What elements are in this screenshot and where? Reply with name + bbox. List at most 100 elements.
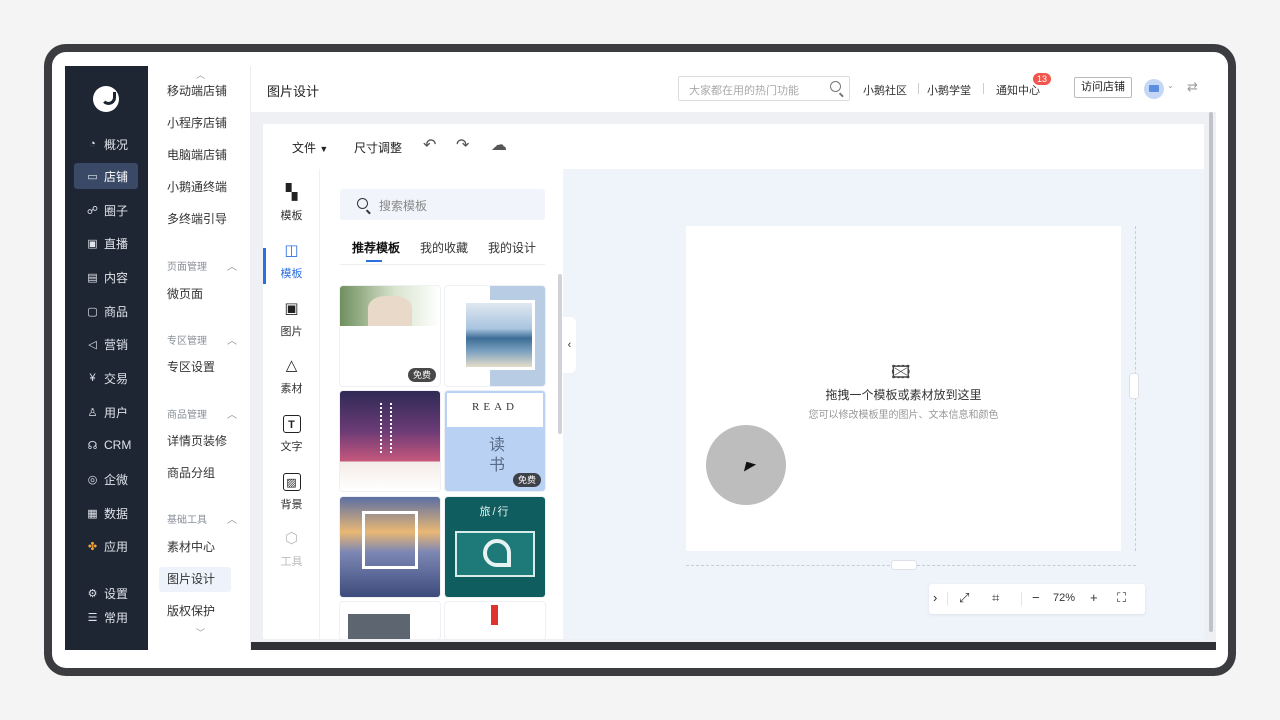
grid-icon[interactable]: ⌗ <box>992 590 999 606</box>
divider <box>947 592 948 606</box>
device-screen: ◔ 概况 ▭ 店铺 ☍ 圈子 ▣ 直播 ▤ 内容 ▢ 商品 ◁ 营销 ¥ 交易 ♙ 用户 ☊ CRM… <box>52 52 1228 668</box>
dashboard-icon: ▦ <box>87 507 98 520</box>
search-icon[interactable] <box>830 81 841 92</box>
submenu-item[interactable]: 商品分组 <box>159 461 231 486</box>
submenu-group-header[interactable]: 商品管理 ︿ <box>167 406 237 421</box>
fit-screen-icon[interactable]: ⤢ <box>959 590 969 606</box>
nav-item-crm[interactable]: ☊ CRM <box>74 432 138 458</box>
tool-image[interactable]: ▣ 图片 <box>263 300 320 348</box>
template-card[interactable] <box>340 602 440 639</box>
submenu-item[interactable]: 多终端引导 <box>159 207 231 232</box>
avatar[interactable] <box>1144 79 1164 99</box>
nav-item-users[interactable]: ♙ 用户 <box>74 399 138 425</box>
redo-icon[interactable]: ↷ <box>456 135 469 155</box>
nav-item-marketing[interactable]: ◁ 营销 <box>74 331 138 357</box>
submenu-item[interactable]: 电脑端店铺 <box>159 143 231 168</box>
nav-item-settings[interactable]: ⚙ 设置 <box>74 580 138 606</box>
tool-material[interactable]: △ 素材 <box>263 357 320 405</box>
template-card[interactable]: 旅/行 <box>445 497 545 597</box>
header-search-input[interactable]: 大家都在用的热门功能 <box>678 76 850 101</box>
divider <box>1021 592 1022 606</box>
collapse-panel-button[interactable]: ‹ <box>563 317 576 373</box>
app-window: ◔ 概况 ▭ 店铺 ☍ 圈子 ▣ 直播 ▤ 内容 ▢ 商品 ◁ 营销 ¥ 交易 ♙ 用户 ☊ CRM… <box>65 66 1216 650</box>
notification-center-link[interactable]: 通知中心 <box>996 82 1040 98</box>
chevron-up-icon: ︿ <box>227 262 237 273</box>
nav-item-wecom[interactable]: ◎ 企微 <box>74 466 138 492</box>
nav-item-trade[interactable]: ¥ 交易 <box>74 365 138 391</box>
divider <box>983 83 984 94</box>
template-card[interactable] <box>445 286 545 386</box>
nav-item-data[interactable]: ▦ 数据 <box>74 500 138 526</box>
notification-badge: 13 <box>1033 73 1052 85</box>
visit-store-button[interactable]: 访问店铺 <box>1074 77 1132 98</box>
nav-item-store[interactable]: ▭ 店铺 <box>74 163 138 189</box>
nav-item-content[interactable]: ▤ 内容 <box>74 264 138 290</box>
submenu-item[interactable]: 移动端店铺 <box>159 79 231 104</box>
file-menu-button[interactable]: 文件 ▼ <box>292 139 328 156</box>
resize-handle-right[interactable] <box>1129 373 1139 399</box>
template-card[interactable] <box>340 391 440 491</box>
apps-icon: ✤ <box>87 540 98 553</box>
submenu-item[interactable]: 详情页装修 <box>159 429 231 454</box>
community-link[interactable]: 小鹅社区 <box>863 82 907 98</box>
chart-pie-icon: ◔ <box>89 138 96 150</box>
crm-icon: ☊ <box>87 439 98 452</box>
nav-item-apps[interactable]: ✤ 应用 <box>74 533 138 559</box>
nav-item-common[interactable]: ☰ 常用 <box>74 604 138 630</box>
submenu-item[interactable]: 小程序店铺 <box>159 111 231 136</box>
free-badge: 免费 <box>407 368 436 382</box>
chevron-right-icon[interactable]: › <box>933 590 937 605</box>
template-card[interactable]: 免费 <box>340 286 440 386</box>
search-icon <box>357 198 368 209</box>
template-title: READ <box>472 401 518 413</box>
submenu-group-header[interactable]: 基础工具 ︿ <box>167 511 237 526</box>
yen-icon: ¥ <box>89 372 96 384</box>
submenu-item[interactable]: 小鹅通终端 <box>159 175 231 200</box>
template-card[interactable] <box>340 497 440 597</box>
chevron-down-icon[interactable]: ﹀ <box>196 626 205 639</box>
nav-item-circle[interactable]: ☍ 圈子 <box>74 197 138 223</box>
tab-recommended[interactable]: 推荐模板 <box>352 239 400 256</box>
switch-icon[interactable]: ⇄ <box>1187 79 1198 95</box>
template-search-input[interactable]: 搜索模板 <box>340 189 545 220</box>
zoom-in-icon[interactable]: + <box>1090 590 1098 605</box>
nav-item-products[interactable]: ▢ 商品 <box>74 298 138 324</box>
tool-background[interactable]: ▨ 背景 <box>263 473 320 521</box>
submenu-item[interactable]: 版权保护 <box>159 599 231 624</box>
megaphone-icon: ◁ <box>88 338 97 351</box>
chevron-down-icon[interactable]: ⌄ <box>1167 81 1174 90</box>
nav-item-overview[interactable]: ◔ 概况 <box>74 131 138 157</box>
gear-icon: ⚙ <box>87 587 98 600</box>
layout-icon: ▚ <box>285 184 298 201</box>
focus-icon[interactable]: ⛶ <box>1117 590 1126 606</box>
resize-button[interactable]: 尺寸调整 <box>354 139 402 156</box>
academy-link[interactable]: 小鹅学堂 <box>927 82 971 98</box>
zoom-out-icon[interactable]: − <box>1032 590 1040 605</box>
tool-text[interactable]: T 文字 <box>263 415 320 463</box>
panel-scrollbar[interactable] <box>558 274 562 434</box>
undo-icon[interactable]: ↶ <box>423 135 436 155</box>
tool-tools[interactable]: ⬡ 工具 <box>263 530 320 578</box>
tab-favorites[interactable]: 我的收藏 <box>420 239 468 256</box>
template-card[interactable] <box>445 602 545 639</box>
template-card[interactable]: READ 读书 免费 <box>445 391 545 491</box>
workspace-scrollbar[interactable] <box>1209 112 1213 632</box>
submenu-item[interactable]: 专区设置 <box>159 355 231 380</box>
chevron-up-icon: ︿ <box>227 336 237 347</box>
submenu-item[interactable]: 微页面 <box>159 282 231 307</box>
nav-item-live[interactable]: ▣ 直播 <box>74 230 138 256</box>
tool-template[interactable]: ◫ 模板 <box>263 242 320 290</box>
submenu-group-header[interactable]: 页面管理 ︿ <box>167 258 237 273</box>
submenu-item-active[interactable]: 图片设计 <box>159 567 231 592</box>
tool-layout[interactable]: ▚ 模板 <box>263 184 320 232</box>
submenu-group-header[interactable]: 专区管理 ︿ <box>167 332 237 347</box>
free-badge: 免费 <box>512 473 541 487</box>
cloud-sync-icon[interactable]: ☁ <box>491 135 507 155</box>
top-header: 图片设计 大家都在用的热门功能 小鹅社区 小鹅学堂 通知中心 13 访问店铺 ⌄… <box>251 66 1216 112</box>
app-logo[interactable] <box>93 86 119 112</box>
submenu-item[interactable]: 素材中心 <box>159 535 231 560</box>
resize-handle-bottom[interactable] <box>891 560 917 570</box>
tab-my-designs[interactable]: 我的设计 <box>488 239 536 256</box>
tool-strip: ▚ 模板 ◫ 模板 ▣ 图片 △ 素材 T 文字 ▨ 背景 ⬡ 工具 <box>263 169 320 639</box>
list-icon: ☰ <box>87 611 98 624</box>
